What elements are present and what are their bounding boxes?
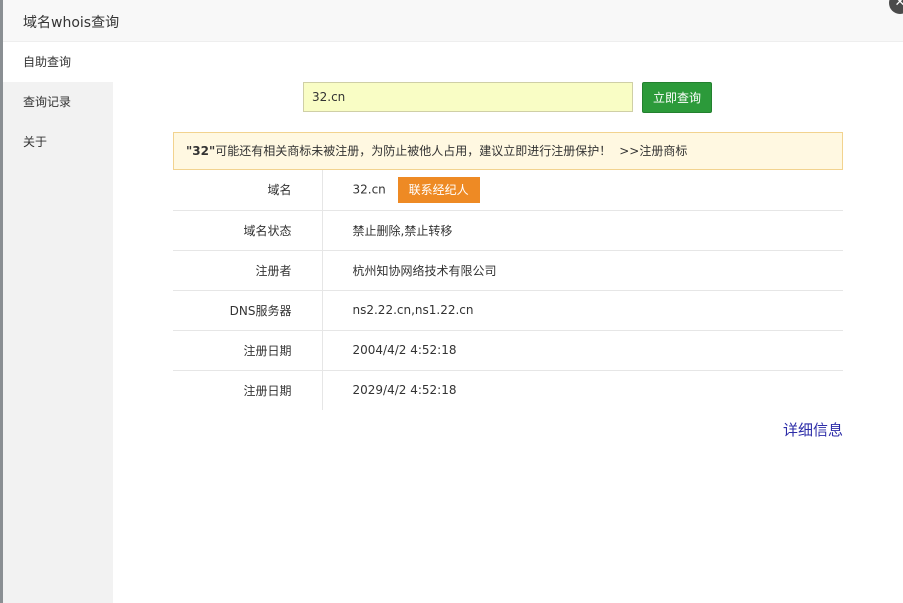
sidebar-item-self-query[interactable]: 自助查询 [3,42,113,82]
row-value-dns: ns2.22.cn,ns1.22.cn [352,303,474,317]
domain-search-input[interactable] [303,82,633,112]
row-label-domain: 域名 [173,170,323,210]
row-label-expiry-date: 注册日期 [173,370,323,410]
sidebar: 自助查询 查询记录 关于 [3,42,113,603]
row-value-status: 禁止删除,禁止转移 [352,223,453,238]
dialog-title: 域名whois查询 [23,15,120,31]
close-icon[interactable]: ✕ [889,0,903,14]
table-row: 注册者 杭州知协网络技术有限公司 [173,250,843,290]
contact-broker-button[interactable]: 联系经纪人 [397,176,480,203]
notice-message: 可能还有相关商标未被注册，为防止被他人占用，建议立即进行注册保护！ [215,144,612,158]
details-link[interactable]: 详细信息 [783,419,843,440]
register-trademark-link[interactable]: >>注册商标 [619,144,687,158]
notice-domain: "32" [186,144,216,158]
whois-table: 域名 32.cn 联系经纪人 域名状态 禁止删除,禁止转移 注册者 杭州知协网络… [173,170,843,410]
row-label-dns: DNS服务器 [173,290,323,330]
table-row: 域名状态 禁止删除,禁止转移 [173,210,843,250]
table-row: 注册日期 2004/4/2 4:52:18 [173,330,843,370]
row-label-status: 域名状态 [173,210,323,250]
domain-value: 32.cn [352,182,386,197]
sidebar-item-query-history[interactable]: 查询记录 [3,82,113,122]
main-content: 立即查询 "32"可能还有相关商标未被注册，为防止被他人占用，建议立即进行注册保… [113,42,903,603]
table-row: 域名 32.cn 联系经纪人 [173,170,843,210]
whois-dialog: 域名whois查询 ✕ 自助查询 查询记录 关于 立即查询 "32"可能还有相关… [3,0,903,603]
row-value-registrant: 杭州知协网络技术有限公司 [352,263,497,278]
row-label-registration-date: 注册日期 [173,330,323,370]
table-row: 注册日期 2029/4/2 4:52:18 [173,370,843,410]
query-button[interactable]: 立即查询 [642,82,712,113]
trademark-notice: "32"可能还有相关商标未被注册，为防止被他人占用，建议立即进行注册保护！ >>注… [173,132,843,170]
sidebar-item-about[interactable]: 关于 [3,122,113,162]
table-row: DNS服务器 ns2.22.cn,ns1.22.cn [173,290,843,330]
row-label-registrant: 注册者 [173,250,323,290]
row-value-registration-date: 2004/4/2 4:52:18 [352,343,457,357]
dialog-title-bar: 域名whois查询 ✕ [3,0,903,42]
row-value-expiry-date: 2029/4/2 4:52:18 [352,383,457,398]
row-value-domain: 32.cn 联系经纪人 [322,170,843,210]
